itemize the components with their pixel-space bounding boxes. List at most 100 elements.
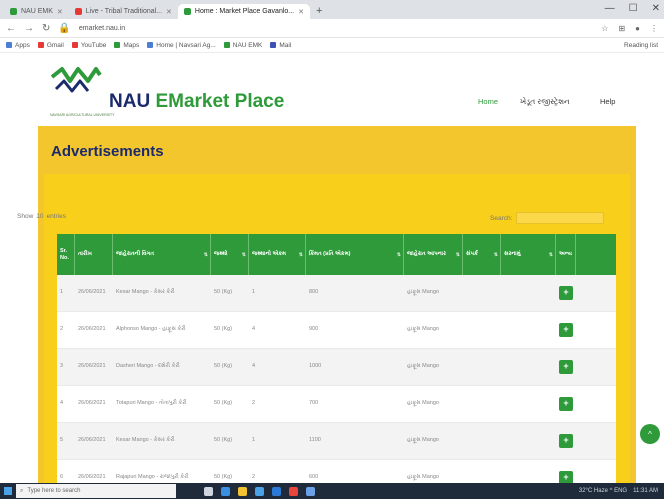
table-cell: 2 [252,400,256,407]
clock[interactable]: 11:31 AM [633,488,658,494]
table-cell: Dasheri Mango - દશેરી કેરી [116,363,180,370]
table-cell: Alphonso Mango - હાફૂસ કેરી [116,326,186,333]
nav-help[interactable]: Help [600,97,615,106]
table-header: Sr. No. તારીખ જાહેરાતની વિગત ⇅ જથ્થો ⇅ જથ્થાનો… [57,234,616,275]
reading-list[interactable]: Reading list [624,42,658,49]
tab-label: Live - Tribal Traditional... [85,8,163,15]
nav-farmer-registration[interactable]: ખેડૂત રજીસ્ટ્રેશન [520,97,570,107]
table-cell: 2 [60,326,64,333]
sort-icon[interactable]: ⇅ [397,252,401,258]
table-row: 4 26/06/2021 Totapuri Mango - તોતાપુરી કેર… [57,386,616,423]
table-cell: હાફૂસ Mango [407,289,439,296]
nav-home[interactable]: Home [478,97,498,106]
forward-icon[interactable]: → [24,23,34,34]
column-header[interactable]: જાહેરાતની વિગત ⇅ [113,234,211,275]
column-header[interactable]: સરનામું ⇅ [501,234,556,275]
chrome-icon[interactable] [289,486,298,496]
column-header[interactable]: કિંમત (પ્રતિ એકમ) ⇅ [306,234,404,275]
bookmark-favicon-icon [71,42,78,48]
add-to-cart-button[interactable]: + [559,286,573,300]
bookmark-item[interactable]: Mail [270,42,291,49]
weather-status[interactable]: 32°C Haze ^ ENG [579,488,627,494]
profile-icon[interactable]: ● [635,24,640,33]
site-header: NAVSARI AGRICULTURAL UNIVERSITY NAU EMar… [0,53,664,126]
task-view-icon[interactable] [204,486,213,496]
file-explorer-icon[interactable] [238,486,247,496]
table-cell: 3 [60,363,64,370]
menu-icon[interactable]: ⋮ [650,24,658,33]
bookmark-item[interactable]: Gmail [37,42,64,49]
table-row: 1 26/06/2021 Kesar Mango - કેસર કેરી 50 (Kg… [57,275,616,312]
add-to-cart-button[interactable]: + [559,360,573,374]
action-cell: + [556,386,576,422]
bookmark-item[interactable]: Home | Navsari Ag... [147,42,216,49]
store-icon[interactable] [255,486,264,496]
column-header[interactable]: Sr. No. [57,234,75,275]
table-cell: Kesar Mango - કેસર કેરી [116,437,175,444]
sort-icon[interactable]: ⇅ [242,252,246,258]
table-cell: 26/06/2021 [78,437,106,444]
browser-tab[interactable]: Live - Tribal Traditional... ✕ [69,4,178,19]
column-header-label: જથ્થાનો એકમ [252,251,287,258]
extensions-icon[interactable]: ⊞ [618,24,625,33]
sort-icon[interactable]: ⇅ [494,252,498,258]
column-header[interactable]: જથ્થો ⇅ [211,234,249,275]
mail-icon[interactable] [272,486,281,496]
table-cell: Totapuri Mango - તોતાપુરી કેરી [116,400,187,407]
start-button[interactable] [0,483,16,499]
browser-tab[interactable]: NAU EMK ✕ [4,4,69,19]
column-header-label: સંપર્ક [466,251,478,258]
sort-icon[interactable]: ⇅ [549,252,553,258]
tab-close-icon[interactable]: ✕ [166,8,172,16]
close-window-button[interactable]: ✕ [652,3,660,14]
sort-icon[interactable]: ⇅ [204,252,208,258]
sort-icon[interactable]: ⇅ [456,252,460,258]
url-field[interactable]: emarket.nau.in [79,25,125,32]
table-cell [501,312,556,348]
table-cell: 26/06/2021 [78,363,106,370]
browser-tab[interactable]: Home : Market Place Gavanlo... ✕ [177,4,311,19]
address-bar: ← → ↻ 🔒 emarket.nau.in ☆ ⊞ ● ⋮ [0,19,664,38]
add-to-cart-button[interactable]: + [559,397,573,411]
table-cell: 50 (Kg) [214,400,233,407]
table-cell: 1000 [309,363,322,370]
window-controls: — ☐ ✕ [605,3,660,14]
app-icon[interactable] [306,486,315,496]
bookmark-item[interactable]: Apps [6,42,30,49]
bookmark-item[interactable]: Maps [114,42,139,49]
add-to-cart-button[interactable]: + [559,434,573,448]
add-to-cart-button[interactable]: + [559,323,573,337]
search-input[interactable] [516,212,605,224]
tab-label: Home : Market Place Gavanlo... [194,8,295,15]
column-header[interactable]: તારીખ [75,234,113,275]
table-cell: હાફૂસ Mango [407,400,439,407]
entries-select[interactable]: 10 [36,213,43,220]
edge-icon[interactable] [221,486,230,496]
table-cell: 800 [309,289,319,296]
table-cell [463,423,501,459]
new-tab-button[interactable]: + [310,4,328,19]
tab-close-icon[interactable]: ✕ [57,8,63,16]
scroll-top-button[interactable]: ^ [640,424,660,444]
table-cell: 50 (Kg) [214,326,233,333]
site-title[interactable]: NAU EMarket Place [109,91,284,113]
column-header[interactable]: સંપર્ક ⇅ [463,234,501,275]
tab-favicon-icon [10,8,17,15]
maximize-button[interactable]: ☐ [629,3,638,14]
table-cell: 1 [60,289,64,296]
column-header[interactable]: જથ્થાનો એકમ ⇅ [249,234,306,275]
sort-icon[interactable]: ⇅ [299,252,303,258]
back-icon[interactable]: ← [6,23,16,34]
bookmark-item[interactable]: NAU EMK [223,42,262,49]
bookmark-item[interactable]: YouTube [71,42,106,49]
reload-icon[interactable]: ↻ [42,23,50,34]
column-header[interactable]: જાહેરાત આપનાર ⇅ [404,234,463,275]
table-cell [501,386,556,422]
tab-close-icon[interactable]: ✕ [298,8,304,16]
taskbar-search[interactable]: ⌕ Type here to search [16,484,176,498]
minimize-button[interactable]: — [605,3,615,14]
star-icon[interactable]: ☆ [601,24,608,33]
bookmark-favicon-icon [147,42,154,48]
action-cell: + [556,349,576,385]
column-header[interactable]: અન્ય [556,234,576,275]
